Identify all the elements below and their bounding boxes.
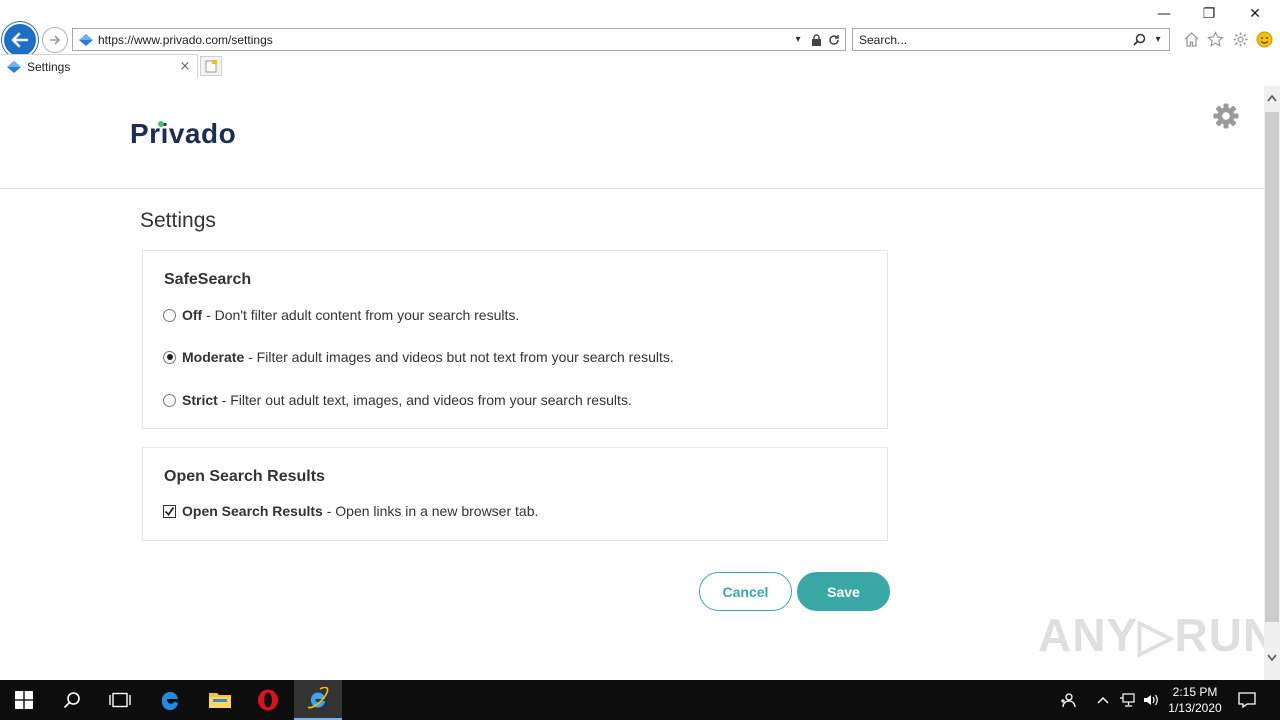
browser-search-box[interactable]: ▾ [852,28,1170,51]
new-tab-button[interactable] [200,56,222,76]
scroll-down-icon[interactable] [1264,646,1280,670]
forward-button[interactable] [42,27,68,53]
people-icon[interactable] [1058,690,1078,710]
scroll-up-icon[interactable] [1264,86,1280,110]
safesearch-card: SafeSearch Off - Don't filter adult cont… [142,250,888,429]
clock-time: 2:15 PM [1172,685,1218,699]
back-button[interactable] [2,22,38,58]
open-results-label: Open Search Results [182,503,323,519]
home-icon[interactable] [1181,29,1201,49]
taskbar-edge-button[interactable] [146,680,194,720]
save-button[interactable]: Save [797,572,890,611]
search-icon[interactable] [1131,33,1147,47]
search-dropdown-icon[interactable]: ▾ [1151,33,1165,47]
arrow-left-icon [11,32,29,48]
taskbar-ie-button[interactable] [294,680,342,720]
anyrun-watermark: ANY▷RUN [1038,609,1264,661]
open-results-option[interactable]: Open Search Results - Open links in a ne… [163,503,538,519]
page-viewport: Privado Settings SafeSearch Off - Don't … [0,78,1264,680]
address-url: https://www.privado.com/settings [98,32,273,47]
option-moderate-label: Moderate [182,349,245,365]
radio-strict[interactable] [163,393,176,407]
open-results-checkbox[interactable] [163,504,176,518]
minimize-icon: — [1157,6,1171,22]
opera-icon [258,689,278,711]
site-header: Privado [0,78,1264,189]
open-results-title: Open Search Results [164,468,325,485]
tab-label: Settings [27,59,71,74]
favorites-star-icon[interactable] [1205,29,1225,49]
lock-icon[interactable] [809,33,823,47]
logo-dot [158,121,164,127]
option-strict-label: Strict [182,392,218,408]
safesearch-title: SafeSearch [164,271,252,288]
windows-logo-icon [15,691,33,709]
search-icon [63,692,80,709]
taskbar-opera-button[interactable] [244,680,292,720]
internet-explorer-icon [307,687,329,709]
folder-icon [209,693,231,708]
task-view-icon [109,692,131,708]
dropdown-icon[interactable]: ▾ [791,33,805,47]
safesearch-option-moderate[interactable]: Moderate - Filter adult images and video… [163,349,674,365]
vertical-scrollbar[interactable] [1264,86,1280,680]
option-strict-description: - Filter out adult text, images, and vid… [217,392,632,408]
taskbar-file-explorer-button[interactable] [196,680,244,720]
new-tab-icon [205,59,217,72]
edge-icon [161,691,178,711]
tab-settings[interactable]: Settings × [0,54,198,78]
privado-favicon-icon [7,60,21,73]
option-moderate-description: - Filter adult images and videos but not… [244,349,674,365]
option-off-description: - Don't filter adult content from your s… [202,307,520,323]
task-view-button[interactable] [96,680,144,720]
browser-search-input[interactable] [859,32,1131,47]
arrow-right-icon [50,35,61,45]
restore-icon: ❐ [1202,6,1216,22]
privado-favicon-icon [79,33,93,46]
windows-taskbar: 2:15 PM 1/13/2020 [0,680,1280,720]
scroll-thumb[interactable] [1265,112,1279,622]
tools-gear-icon[interactable] [1230,29,1250,49]
tab-close-icon[interactable]: × [177,59,193,74]
close-window-button[interactable]: ✕ [1232,2,1278,26]
page-title: Settings [140,209,216,232]
clock-date: 1/13/2020 [1168,701,1222,715]
open-results-card: Open Search Results Open Search Results … [142,447,888,541]
safesearch-option-strict[interactable]: Strict - Filter out adult text, images, … [163,392,632,408]
address-bar[interactable]: https://www.privado.com/settings ▾ [72,28,846,51]
radio-off[interactable] [163,308,176,322]
taskbar-search-button[interactable] [48,680,96,720]
close-icon: ✕ [1249,6,1261,22]
notifications-icon[interactable] [1237,690,1257,710]
restore-button[interactable]: ❐ [1186,2,1232,26]
option-off-label: Off [182,307,203,323]
settings-gear-icon[interactable] [1212,102,1240,130]
privado-logo[interactable]: Privado [130,118,236,150]
network-icon[interactable] [1117,690,1137,710]
open-results-description: - Open links in a new browser tab. [322,503,539,519]
tray-chevron-up-icon[interactable] [1093,690,1113,710]
minimize-button[interactable]: — [1141,2,1187,26]
start-button[interactable] [0,680,48,720]
checkmark-icon [164,506,175,516]
system-clock[interactable]: 2:15 PM 1/13/2020 [1164,684,1226,716]
radio-moderate[interactable] [163,350,176,364]
browser-chrome: — ❐ ✕ https://www.privado.com/settings ▾… [0,0,1280,78]
feedback-smiley-icon[interactable] [1254,29,1274,49]
refresh-icon[interactable] [827,33,841,47]
cancel-button[interactable]: Cancel [699,572,792,611]
safesearch-option-off[interactable]: Off - Don't filter adult content from yo… [163,307,519,323]
volume-icon[interactable] [1141,690,1161,710]
